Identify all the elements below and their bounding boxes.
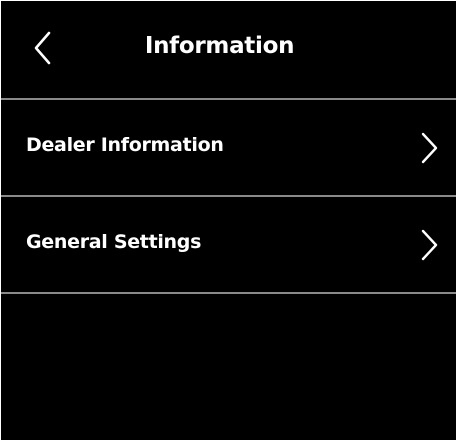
menu-item-label: General Settings: [26, 231, 202, 253]
chevron-right-icon: [419, 228, 441, 262]
page-title: Information: [144, 33, 295, 59]
menu-item-label: Dealer Information: [26, 134, 224, 156]
header-bar: Information: [1, 1, 456, 99]
chevron-right-icon: [419, 131, 441, 165]
menu-item-general-settings[interactable]: General Settings: [1, 197, 456, 291]
menu-item-dealer-information[interactable]: Dealer Information: [1, 100, 456, 194]
information-screen: Information Dealer Information General S…: [1, 1, 456, 440]
divider: [1, 292, 456, 294]
